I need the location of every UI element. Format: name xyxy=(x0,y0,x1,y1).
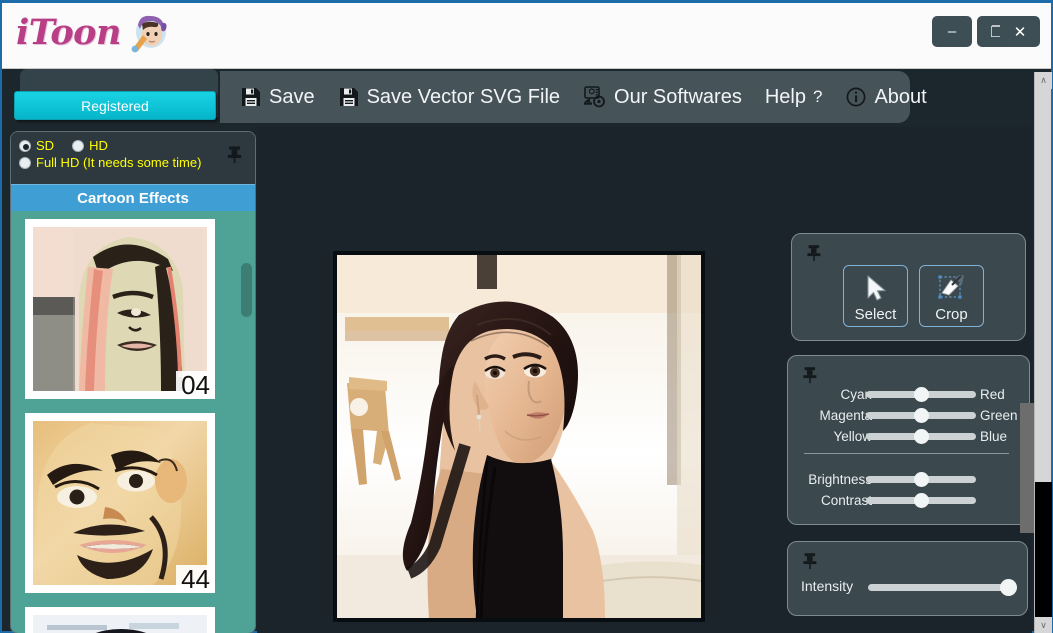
crop-tool-button[interactable]: Crop xyxy=(919,265,984,327)
software-box-icon xyxy=(583,86,607,108)
menu-our-softwares-label: Our Softwares xyxy=(614,85,742,108)
cursor-arrow-icon xyxy=(861,271,891,305)
slider-label-red: Red xyxy=(980,386,1005,402)
radio-full-hd-label: Full HD (It needs some time) xyxy=(36,155,202,170)
menu-items-container: Save Save Vector SVG File Our Softwares … xyxy=(220,71,927,123)
radio-option-full-hd[interactable]: Full HD (It needs some time) xyxy=(19,155,201,170)
menu-help[interactable]: Help ? xyxy=(765,86,823,109)
slider-knob-magenta-green[interactable] xyxy=(914,407,929,423)
radio-full-hd-icon[interactable] xyxy=(19,156,31,169)
slider-yellow-blue[interactable]: Yellow Blue xyxy=(788,426,1029,446)
slider-brightness[interactable]: Brightness xyxy=(788,469,1029,489)
info-circle-icon xyxy=(845,86,867,108)
crop-tool-label: Crop xyxy=(935,306,968,323)
tools-panel: Select Crop xyxy=(791,233,1026,341)
radio-sd-label: SD xyxy=(36,138,55,153)
slider-label-brightness: Brightness xyxy=(808,471,872,487)
menu-help-label: Help xyxy=(764,85,806,108)
window-vertical-scrollbar[interactable]: ∧ ∨ xyxy=(1034,72,1052,633)
menu-save-vector-label: Save Vector SVG File xyxy=(366,85,561,108)
effect-thumbnail-item[interactable]: 04 xyxy=(25,219,215,399)
intensity-panel: Intensity xyxy=(787,541,1028,616)
menu-save[interactable]: Save xyxy=(240,86,315,109)
question-mark-icon: ? xyxy=(812,87,823,106)
slider-cyan-red[interactable]: Cyan Red xyxy=(788,384,1029,404)
slider-track-contrast[interactable] xyxy=(866,492,976,508)
slider-track-brightness[interactable] xyxy=(866,471,976,487)
radio-hd-label: HD xyxy=(89,138,108,153)
slider-knob-contrast[interactable] xyxy=(914,492,929,508)
itoon-application-window: iToon – ❐ ✕ Save Save Vector SVG File Ou… xyxy=(0,0,1053,633)
slider-label-magenta: Magenta xyxy=(819,407,872,423)
pushpin-icon[interactable] xyxy=(802,552,818,575)
radio-option-sd[interactable]: SD xyxy=(19,138,54,153)
close-button[interactable]: ✕ xyxy=(1000,16,1040,47)
app-title: iToon xyxy=(16,11,121,53)
menu-save-label: Save xyxy=(269,85,315,108)
effect-preview-partial xyxy=(33,615,207,633)
intensity-slider-knob[interactable] xyxy=(1000,579,1017,596)
effects-sidebar: SD HD Full HD (It needs some time) Carto… xyxy=(10,131,256,633)
select-tool-button[interactable]: Select xyxy=(843,265,908,327)
intensity-slider-track[interactable] xyxy=(868,579,1017,596)
app-logo: iToon xyxy=(16,11,170,53)
slider-knob-cyan-red[interactable] xyxy=(914,386,929,402)
menu-save-vector-svg[interactable]: Save Vector SVG File xyxy=(338,86,560,109)
slider-label-contrast: Contrast xyxy=(820,492,872,508)
quality-row-top: SD HD xyxy=(19,138,247,153)
intensity-label: Intensity xyxy=(801,578,854,594)
scroll-up-arrow-icon[interactable]: ∧ xyxy=(1035,72,1052,89)
slider-knob-yellow-blue[interactable] xyxy=(914,428,929,444)
thumbnail-scrollbar[interactable] xyxy=(240,211,252,633)
effect-number-label: 04 xyxy=(176,371,213,399)
color-adjust-panel: Cyan Red Magenta Green Yellow Blue Brigh… xyxy=(787,355,1030,525)
slider-track-magenta-green[interactable] xyxy=(866,407,976,423)
slider-track-cyan-red[interactable] xyxy=(866,386,976,402)
effect-preview-04 xyxy=(33,227,207,391)
quality-selector: SD HD Full HD (It needs some time) xyxy=(11,132,255,184)
effect-thumbnail-item[interactable]: 44 xyxy=(25,413,215,593)
menu-about-label: About xyxy=(874,85,927,108)
minimize-button[interactable]: – xyxy=(932,16,972,47)
effect-preview-44 xyxy=(33,421,207,585)
panel-divider xyxy=(804,453,1009,454)
select-tool-label: Select xyxy=(854,306,897,323)
slider-track-yellow-blue[interactable] xyxy=(866,428,976,444)
effects-thumbnail-strip[interactable]: 04 44 xyxy=(11,211,255,633)
vertical-scrollbar-thumb[interactable] xyxy=(1035,482,1052,617)
pushpin-icon[interactable] xyxy=(806,244,822,267)
radio-sd-icon[interactable] xyxy=(19,139,31,152)
quality-row-bottom: Full HD (It needs some time) xyxy=(19,155,247,170)
floppy-disk-icon xyxy=(338,86,360,108)
canvas-edge-strip xyxy=(1020,403,1034,533)
radio-hd-icon[interactable] xyxy=(72,139,85,152)
photo-frame xyxy=(333,251,705,622)
slider-magenta-green[interactable]: Magenta Green xyxy=(788,405,1029,425)
effect-number-label: 44 xyxy=(176,565,213,593)
slider-label-green: Green xyxy=(980,407,1018,423)
cartoon-face-logo-icon xyxy=(128,11,170,53)
radio-option-hd[interactable]: HD xyxy=(72,138,108,153)
slider-knob-brightness[interactable] xyxy=(914,471,929,487)
crop-tool-icon xyxy=(936,271,968,305)
slider-contrast[interactable]: Contrast xyxy=(788,490,1029,510)
cartoon-effects-header: Cartoon Effects xyxy=(11,184,255,211)
pushpin-icon[interactable] xyxy=(226,145,243,169)
window-titlebar: iToon – ❐ ✕ xyxy=(2,3,1051,69)
menu-our-softwares[interactable]: Our Softwares xyxy=(583,86,742,109)
edited-photo[interactable] xyxy=(337,255,701,618)
effect-thumbnail-item[interactable] xyxy=(25,607,215,633)
registered-button[interactable]: Registered xyxy=(14,91,216,120)
slider-label-blue: Blue xyxy=(980,428,1008,444)
scroll-down-arrow-icon[interactable]: ∨ xyxy=(1035,617,1052,633)
floppy-disk-icon xyxy=(240,86,262,108)
thumbnail-scrollbar-thumb[interactable] xyxy=(241,263,252,317)
menu-about[interactable]: About xyxy=(845,85,927,109)
